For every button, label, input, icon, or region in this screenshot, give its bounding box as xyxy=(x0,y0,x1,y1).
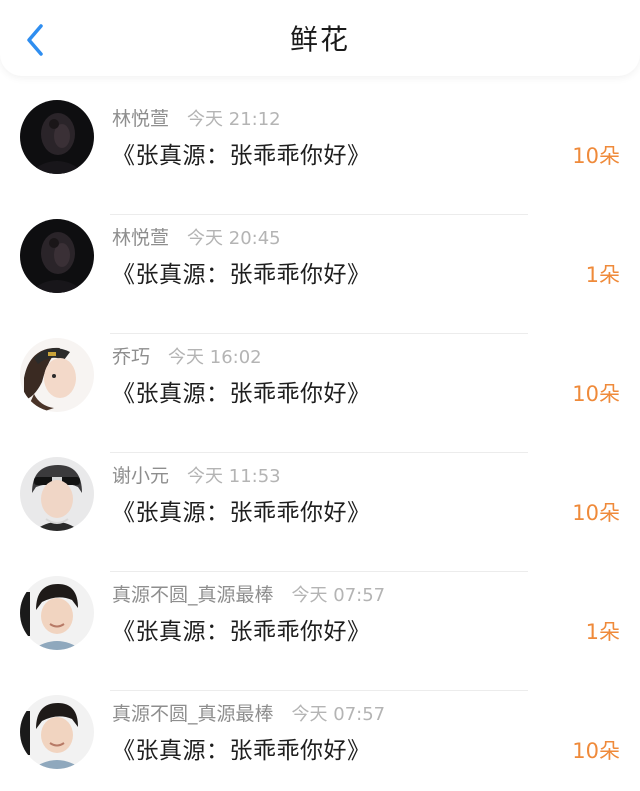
item-meta: 真源不圆_真源最棒 今天 07:57 xyxy=(112,580,385,607)
list-item[interactable]: 林悦萱 今天 20:45 《张真源：张乖乖你好》 1朵 xyxy=(0,215,640,334)
item-meta: 林悦萱 今天 20:45 xyxy=(112,223,281,250)
list-item[interactable]: 林悦萱 今天 21:12 《张真源：张乖乖你好》 10朵 xyxy=(0,96,640,215)
dark-portrait-avatar[interactable] xyxy=(20,100,94,174)
flowers-page: 鲜花 林悦萱 今天 21:12 《张真源：张乖乖你好》 10朵 林悦萱 今天 2… xyxy=(0,0,640,791)
timestamp: 今天 07:57 xyxy=(291,704,386,725)
message-text: 《张真源：张乖乖你好》 xyxy=(112,143,371,169)
item-meta: 谢小元 今天 11:53 xyxy=(112,461,281,488)
list-item[interactable]: 真源不圆_真源最棒 今天 07:57 《张真源：张乖乖你好》 1朵 xyxy=(0,572,640,691)
page-title: 鲜花 xyxy=(289,23,350,56)
girl-with-cap-avatar[interactable] xyxy=(20,338,94,412)
boy-portrait-avatar[interactable] xyxy=(20,695,94,769)
item-meta: 真源不圆_真源最棒 今天 07:57 xyxy=(112,699,385,726)
sender-name[interactable]: 谢小元 xyxy=(112,461,169,488)
message-text: 《张真源：张乖乖你好》 xyxy=(112,262,371,288)
timestamp: 今天 20:45 xyxy=(187,228,281,249)
timestamp: 今天 21:12 xyxy=(187,109,281,130)
flower-count: 1朵 xyxy=(585,620,620,644)
item-meta: 乔巧 今天 16:02 xyxy=(112,342,262,369)
flower-count: 10朵 xyxy=(572,501,620,525)
flower-count: 10朵 xyxy=(572,382,620,406)
dark-portrait-avatar[interactable] xyxy=(20,219,94,293)
sender-name[interactable]: 乔巧 xyxy=(112,342,150,369)
flower-record-list: 林悦萱 今天 21:12 《张真源：张乖乖你好》 10朵 林悦萱 今天 20:4 xyxy=(0,76,640,791)
sender-name[interactable]: 真源不圆_真源最棒 xyxy=(112,580,274,607)
flower-count: 1朵 xyxy=(585,263,620,287)
list-item[interactable]: 谢小元 今天 11:53 《张真源：张乖乖你好》 10朵 xyxy=(0,453,640,572)
timestamp: 今天 07:57 xyxy=(291,585,386,606)
flower-count: 10朵 xyxy=(572,739,620,763)
item-meta: 林悦萱 今天 21:12 xyxy=(112,104,281,131)
flower-count: 10朵 xyxy=(572,144,620,168)
sender-name[interactable]: 真源不圆_真源最棒 xyxy=(112,699,274,726)
message-text: 《张真源：张乖乖你好》 xyxy=(112,381,371,407)
top-bar: 鲜花 xyxy=(0,0,640,76)
timestamp: 今天 11:53 xyxy=(187,466,281,487)
sender-name[interactable]: 林悦萱 xyxy=(112,223,169,250)
chevron-left-icon xyxy=(27,24,43,56)
boy-with-headband-avatar[interactable] xyxy=(20,457,94,531)
sender-name[interactable]: 林悦萱 xyxy=(112,104,169,131)
message-text: 《张真源：张乖乖你好》 xyxy=(112,738,371,764)
message-text: 《张真源：张乖乖你好》 xyxy=(112,500,371,526)
boy-portrait-avatar[interactable] xyxy=(20,576,94,650)
timestamp: 今天 16:02 xyxy=(168,347,262,368)
list-item[interactable]: 乔巧 今天 16:02 《张真源：张乖乖你好》 10朵 xyxy=(0,334,640,453)
message-text: 《张真源：张乖乖你好》 xyxy=(112,619,371,645)
list-item[interactable]: 真源不圆_真源最棒 今天 07:57 《张真源：张乖乖你好》 10朵 xyxy=(0,691,640,791)
back-button[interactable] xyxy=(18,20,52,60)
